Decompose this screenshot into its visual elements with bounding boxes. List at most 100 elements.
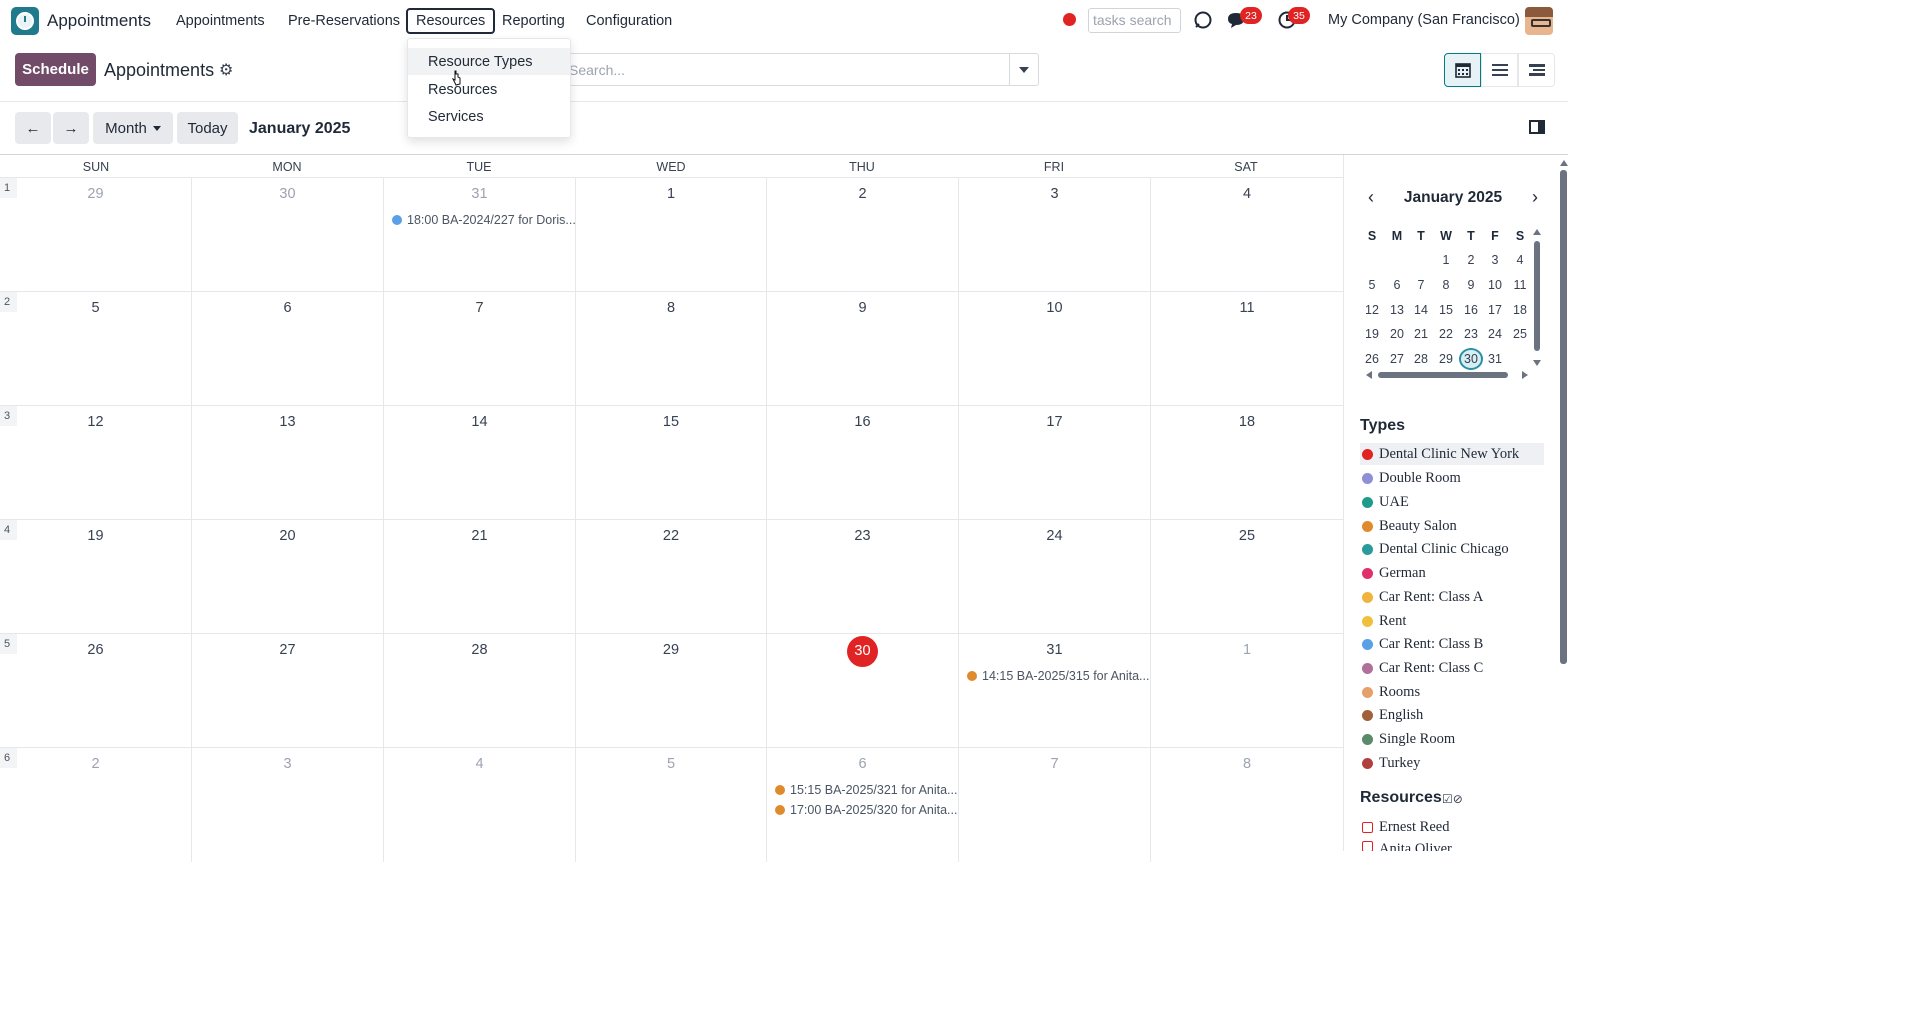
day-cell[interactable]: 5 <box>575 748 766 862</box>
resource-filter-item[interactable]: Ernest Reed <box>1360 819 1449 836</box>
mini-day[interactable]: 13 <box>1385 299 1409 321</box>
type-filter-item[interactable]: Beauty Salon <box>1360 515 1544 537</box>
mini-day[interactable]: 5 <box>1360 274 1384 296</box>
sidebar-scrollbar[interactable] <box>1559 160 1568 851</box>
tasks-search-input[interactable]: tasks search <box>1088 8 1181 33</box>
menu-item-resource-types[interactable]: Resource Types <box>408 48 570 75</box>
menu-configuration[interactable]: Configuration <box>578 8 680 34</box>
day-cell[interactable]: 29 <box>575 634 766 748</box>
day-cell[interactable]: 15 <box>575 406 766 520</box>
day-cell[interactable]: 22 <box>575 520 766 634</box>
mini-day-selected[interactable]: 30 <box>1459 348 1483 370</box>
recording-indicator-icon[interactable] <box>1063 13 1076 26</box>
search-input[interactable]: Search... <box>560 53 1010 86</box>
resource-filter-item[interactable]: Anita Oliver <box>1360 841 1452 851</box>
day-cell[interactable]: 4 <box>1150 178 1343 292</box>
day-cell[interactable]: 2 <box>0 748 191 862</box>
mini-day[interactable]: 26 <box>1360 348 1384 370</box>
mini-next-month-icon[interactable]: › <box>1532 187 1538 208</box>
day-cell[interactable]: 10 <box>958 292 1150 406</box>
day-cell[interactable]: 16 <box>766 406 958 520</box>
type-filter-item[interactable]: Rent <box>1360 610 1544 632</box>
day-cell[interactable]: 14 <box>383 406 575 520</box>
day-cell[interactable]: 11 <box>1150 292 1343 406</box>
search-options-toggle[interactable] <box>1009 53 1039 86</box>
type-filter-item[interactable]: UAE <box>1360 491 1544 513</box>
menu-item-resources[interactable]: Resources <box>408 76 570 103</box>
previous-period-button[interactable]: ← <box>15 112 51 144</box>
mini-day[interactable]: 11 <box>1508 274 1532 296</box>
app-name[interactable]: Appointments <box>47 11 151 31</box>
day-cell[interactable]: 12 <box>0 406 191 520</box>
mini-day[interactable]: 9 <box>1459 274 1483 296</box>
day-cell[interactable]: 3 <box>191 748 383 862</box>
mini-prev-month-icon[interactable]: ‹ <box>1368 187 1374 208</box>
mini-day[interactable]: 24 <box>1483 323 1507 345</box>
day-cell-today[interactable]: 30 <box>766 634 958 748</box>
today-button[interactable]: Today <box>177 112 238 144</box>
day-cell[interactable]: 13 <box>191 406 383 520</box>
type-filter-item[interactable]: Rooms <box>1360 681 1544 703</box>
menu-pre-reservations[interactable]: Pre-Reservations <box>280 8 408 34</box>
day-cell[interactable]: 6 <box>191 292 383 406</box>
day-cell[interactable]: 9 <box>766 292 958 406</box>
mini-day[interactable]: 4 <box>1508 249 1532 271</box>
day-cell[interactable]: 1 <box>1150 634 1343 748</box>
user-avatar[interactable] <box>1525 7 1553 35</box>
calendar-event[interactable]: 15:15 BA-2025/321 for Anita... <box>775 783 957 797</box>
day-cell[interactable]: 19 <box>0 520 191 634</box>
resource-checkbox[interactable] <box>1362 841 1373 851</box>
day-cell[interactable]: 6 15:15 BA-2025/321 for Anita... 17:00 B… <box>766 748 958 862</box>
day-cell[interactable]: 4 <box>383 748 575 862</box>
day-cell[interactable]: 26 <box>0 634 191 748</box>
day-cell[interactable]: 21 <box>383 520 575 634</box>
mini-day[interactable]: 20 <box>1385 323 1409 345</box>
company-switcher[interactable]: My Company (San Francisco) <box>1328 12 1520 28</box>
day-cell[interactable]: 24 <box>958 520 1150 634</box>
type-filter-item[interactable]: English <box>1360 704 1544 726</box>
calendar-view-button[interactable] <box>1444 53 1481 87</box>
mini-day[interactable]: 2 <box>1459 249 1483 271</box>
menu-reporting[interactable]: Reporting <box>494 8 573 34</box>
type-filter-item[interactable]: Dental Clinic New York <box>1360 443 1544 465</box>
day-cell[interactable]: 20 <box>191 520 383 634</box>
mini-day[interactable]: 1 <box>1434 249 1458 271</box>
mini-day[interactable]: 7 <box>1409 274 1433 296</box>
day-cell[interactable]: 23 <box>766 520 958 634</box>
day-cell[interactable]: 3 <box>958 178 1150 292</box>
mini-day[interactable]: 12 <box>1360 299 1384 321</box>
mini-day[interactable]: 8 <box>1434 274 1458 296</box>
mini-day[interactable]: 6 <box>1385 274 1409 296</box>
calendar-event[interactable]: 18:00 BA-2024/227 for Doris... <box>392 213 576 227</box>
gantt-view-button[interactable] <box>1518 53 1555 87</box>
gear-icon[interactable]: ⚙ <box>219 60 233 80</box>
mini-day[interactable]: 19 <box>1360 323 1384 345</box>
type-filter-item[interactable]: Car Rent: Class A <box>1360 586 1544 608</box>
mini-day[interactable]: 3 <box>1483 249 1507 271</box>
day-cell[interactable]: 7 <box>958 748 1150 862</box>
type-filter-item[interactable]: Double Room <box>1360 467 1544 489</box>
day-cell[interactable]: 31 14:15 BA-2025/315 for Anita... <box>958 634 1150 748</box>
mini-day[interactable]: 21 <box>1409 323 1433 345</box>
menu-appointments[interactable]: Appointments <box>168 8 273 34</box>
calendar-event[interactable]: 14:15 BA-2025/315 for Anita... <box>967 669 1149 683</box>
day-cell[interactable]: 29 <box>0 178 191 292</box>
next-period-button[interactable]: → <box>53 112 89 144</box>
day-cell[interactable]: 25 <box>1150 520 1343 634</box>
mini-calendar-horizontal-scrollbar[interactable] <box>1366 370 1528 380</box>
schedule-button[interactable]: Schedule <box>15 53 96 86</box>
appointments-app-icon[interactable] <box>11 7 39 35</box>
day-cell[interactable]: 1 <box>575 178 766 292</box>
day-cell[interactable]: 18 <box>1150 406 1343 520</box>
type-filter-item[interactable]: Turkey <box>1360 752 1544 774</box>
menu-item-services[interactable]: Services <box>408 103 570 130</box>
mini-day[interactable]: 31 <box>1483 348 1507 370</box>
day-cell[interactable]: 28 <box>383 634 575 748</box>
day-cell[interactable]: 31 18:00 BA-2024/227 for Doris... <box>383 178 576 292</box>
menu-resources[interactable]: Resources <box>406 8 496 34</box>
voip-phone-icon[interactable] <box>1192 9 1214 31</box>
scale-dropdown[interactable]: Month <box>93 112 173 144</box>
day-cell[interactable]: 5 <box>0 292 191 406</box>
day-cell[interactable]: 7 <box>383 292 575 406</box>
type-filter-item[interactable]: Dental Clinic Chicago <box>1360 538 1544 560</box>
